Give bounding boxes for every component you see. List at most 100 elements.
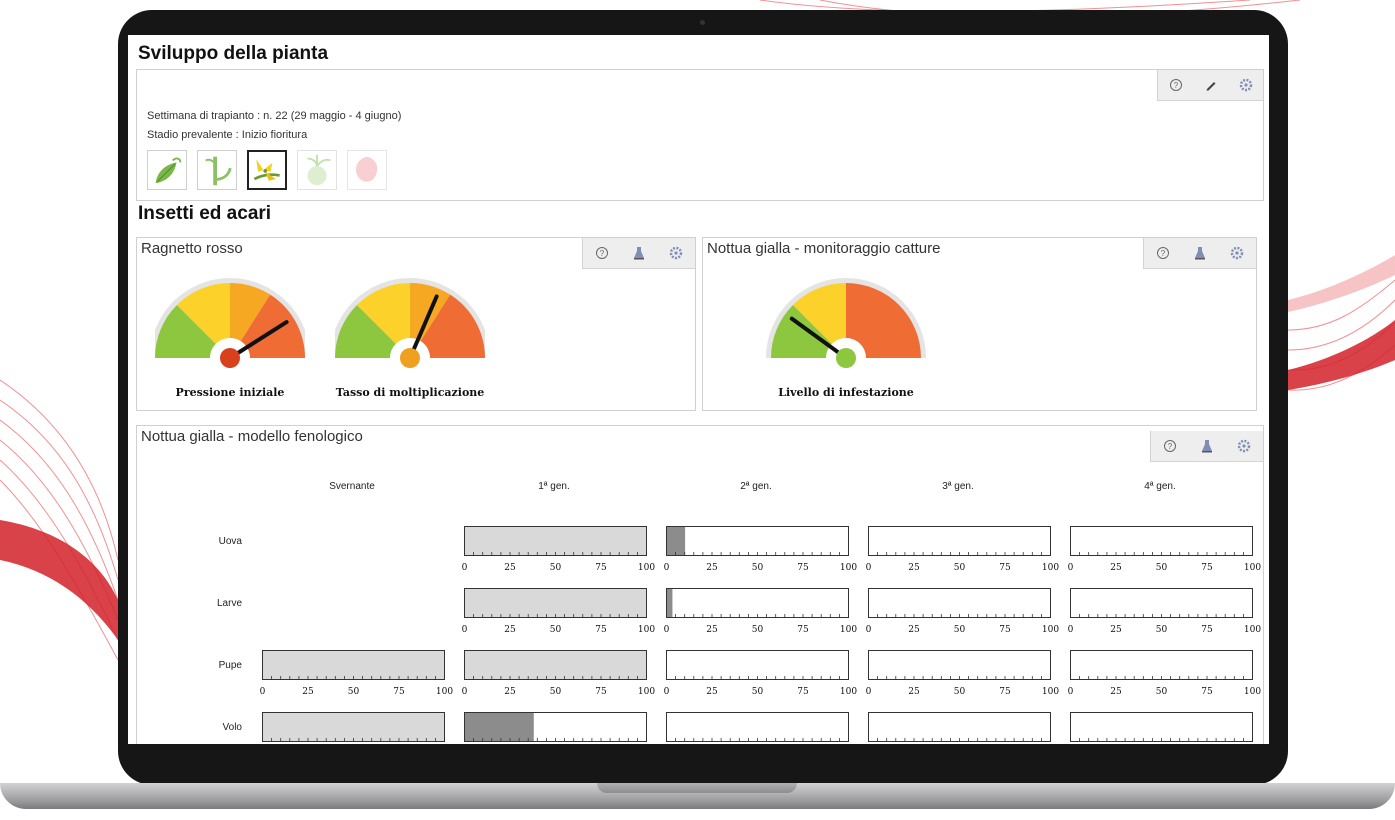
flask-icon[interactable] bbox=[632, 246, 646, 260]
progress-bar: 0255075100 bbox=[868, 712, 1051, 742]
tick-label: 75 bbox=[797, 625, 809, 635]
tick-label: 25 bbox=[908, 687, 920, 697]
nottua-modello-title: Nottua gialla - modello fenologico bbox=[141, 428, 363, 445]
tick-label: 0 bbox=[664, 625, 670, 635]
gauge-label-pressione: Pressione iniziale bbox=[175, 386, 285, 399]
help-icon[interactable]: ? bbox=[595, 246, 609, 260]
column-header: Svernante bbox=[329, 481, 375, 492]
gauge-tasso-moltiplicazione bbox=[335, 278, 485, 368]
bar-fill bbox=[263, 651, 444, 679]
progress-bar: 0255075100 bbox=[260, 650, 453, 697]
stage-thumb-foglie[interactable] bbox=[147, 150, 187, 190]
tick-label: 0 bbox=[1068, 687, 1074, 697]
bar-fill bbox=[465, 651, 646, 679]
gauge-pressione-iniziale bbox=[155, 278, 305, 368]
stage-thumb-fioritura[interactable] bbox=[247, 150, 287, 190]
progress-bar: 0255075100 bbox=[464, 712, 647, 742]
stage-thumb-allegagione[interactable] bbox=[297, 150, 337, 190]
tick-label: 50 bbox=[550, 563, 562, 573]
gauge-hub bbox=[220, 348, 240, 368]
bar-fill bbox=[465, 589, 646, 617]
bar-frame bbox=[666, 712, 849, 742]
help-icon[interactable]: ? bbox=[1163, 439, 1177, 453]
bar-fill bbox=[667, 589, 673, 617]
tick-label: 0 bbox=[664, 687, 670, 697]
bar-fill bbox=[465, 713, 534, 741]
svg-text:?: ? bbox=[599, 249, 604, 258]
tick-label: 50 bbox=[752, 563, 764, 573]
tick-label: 25 bbox=[302, 687, 314, 697]
progress-bar: 0255075100 bbox=[1068, 526, 1261, 573]
tick-label: 25 bbox=[706, 687, 718, 697]
tick-label: 100 bbox=[1042, 625, 1059, 635]
help-icon[interactable]: ? bbox=[1169, 78, 1183, 92]
tick-label: 0 bbox=[1068, 625, 1074, 635]
tick-label: 75 bbox=[393, 687, 405, 697]
tick-label: 100 bbox=[1244, 563, 1261, 573]
bar-frame bbox=[868, 712, 1051, 742]
tick-label: 75 bbox=[1201, 687, 1213, 697]
stage-thumb-stelo[interactable] bbox=[197, 150, 237, 190]
settings-icon[interactable] bbox=[1237, 439, 1251, 453]
progress-bar: 0255075100 bbox=[462, 526, 655, 573]
camera-dot bbox=[700, 20, 705, 25]
tick-label: 25 bbox=[706, 563, 718, 573]
plant-panel: ? Settimana di trapianto : n. 22 (29 mag… bbox=[136, 69, 1264, 201]
edit-icon[interactable] bbox=[1204, 78, 1218, 92]
plant-section-title: Sviluppo della pianta bbox=[138, 43, 329, 64]
bar-frame bbox=[1070, 650, 1253, 680]
stage-thumb-frutto[interactable] bbox=[347, 150, 387, 190]
flask-icon[interactable] bbox=[1200, 439, 1214, 453]
nottua-catture-title: Nottua gialla - monitoraggio catture bbox=[707, 240, 941, 257]
tick-label: 25 bbox=[504, 563, 516, 573]
tick-label: 75 bbox=[999, 625, 1011, 635]
progress-bar: 0255075100 bbox=[1068, 588, 1261, 635]
tick-label: 50 bbox=[752, 625, 764, 635]
tick-label: 25 bbox=[908, 563, 920, 573]
svg-text:?: ? bbox=[1173, 81, 1178, 90]
bar-frame bbox=[1070, 526, 1253, 556]
tick-label: 75 bbox=[797, 687, 809, 697]
progress-bar: 0255075100 bbox=[866, 526, 1059, 573]
gauge-label-livello: Livello di infestazione bbox=[778, 386, 914, 399]
bar-fill bbox=[667, 527, 686, 555]
tick-label: 100 bbox=[840, 625, 857, 635]
bar-fill bbox=[263, 713, 444, 741]
tick-label: 100 bbox=[840, 563, 857, 573]
tick-label: 0 bbox=[462, 625, 468, 635]
column-header: 2ª gen. bbox=[740, 481, 772, 492]
tick-label: 100 bbox=[1042, 563, 1059, 573]
tick-label: 100 bbox=[638, 625, 655, 635]
progress-bar: 0255075100 bbox=[664, 526, 857, 573]
progress-bar: 0255075100 bbox=[1070, 712, 1253, 742]
app-screen: Sviluppo della pianta ? Settimana di tra… bbox=[128, 35, 1269, 744]
progress-bar: 0255075100 bbox=[462, 588, 655, 635]
bar-frame bbox=[1070, 588, 1253, 618]
transplant-week-text: Settimana di trapianto : n. 22 (29 maggi… bbox=[147, 110, 402, 122]
ragnetto-title: Ragnetto rosso bbox=[141, 240, 243, 257]
settings-icon[interactable] bbox=[1239, 78, 1253, 92]
tick-label: 50 bbox=[752, 687, 764, 697]
progress-bar: 0255075100 bbox=[262, 712, 445, 742]
row-label: Uova bbox=[218, 536, 242, 547]
flask-icon[interactable] bbox=[1193, 246, 1207, 260]
settings-icon[interactable] bbox=[669, 246, 683, 260]
settings-icon[interactable] bbox=[1230, 246, 1244, 260]
help-icon[interactable]: ? bbox=[1156, 246, 1170, 260]
bar-frame bbox=[868, 650, 1051, 680]
tick-label: 0 bbox=[866, 563, 872, 573]
tick-label: 100 bbox=[1244, 687, 1261, 697]
tick-label: 50 bbox=[550, 687, 562, 697]
tick-label: 50 bbox=[954, 687, 966, 697]
tick-label: 25 bbox=[1110, 625, 1122, 635]
tick-label: 50 bbox=[1156, 563, 1168, 573]
tick-label: 0 bbox=[866, 625, 872, 635]
progress-bar: 0255075100 bbox=[462, 650, 655, 697]
row-label: Larve bbox=[216, 598, 242, 609]
tick-label: 100 bbox=[840, 687, 857, 697]
tick-label: 25 bbox=[908, 625, 920, 635]
tick-label: 25 bbox=[504, 625, 516, 635]
tick-label: 75 bbox=[1201, 625, 1213, 635]
tick-label: 75 bbox=[797, 563, 809, 573]
tick-label: 25 bbox=[1110, 687, 1122, 697]
